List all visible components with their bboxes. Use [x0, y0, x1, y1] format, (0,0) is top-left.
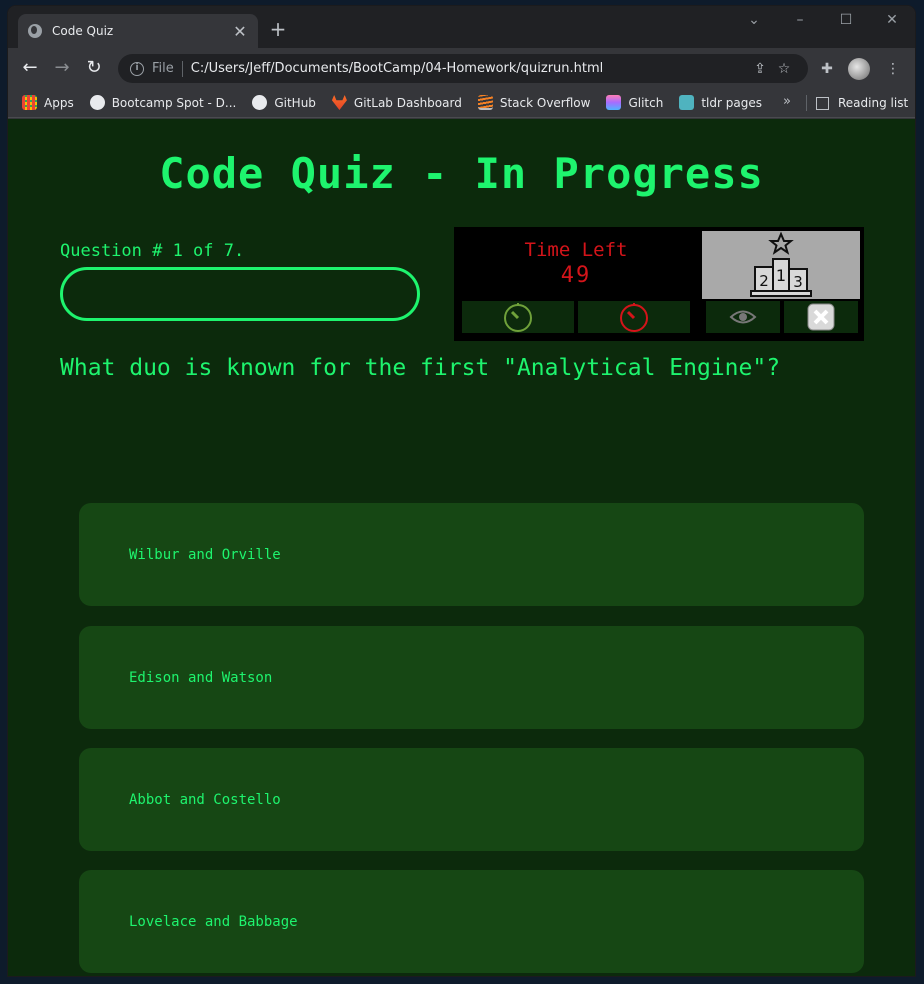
leaderboard-podium-icon[interactable]: 1 2 3: [702, 231, 860, 299]
browser-window: Code Quiz ✕ + ⌄ – ☐ ✕ ← → ↻ i File C:/Us…: [8, 6, 915, 976]
reading-list-icon: [816, 96, 829, 110]
gitlab-icon: [331, 95, 347, 110]
url-text[interactable]: C:/Users/Jeff/Documents/BootCamp/04-Home…: [191, 61, 748, 76]
page-title: Code Quiz - In Progress: [159, 149, 764, 198]
stopwatch-green-icon: [504, 303, 532, 332]
reload-icon[interactable]: ↻: [82, 56, 106, 80]
tab-strip: Code Quiz ✕ + ⌄ – ☐ ✕: [8, 6, 915, 48]
control-panel: Time Left 49 1 2 3: [454, 227, 864, 341]
site-info-icon[interactable]: i: [130, 61, 144, 76]
share-icon[interactable]: ⇪: [748, 61, 772, 77]
timer-value: 49: [560, 263, 592, 288]
bookmark-stack-overflow[interactable]: Stack Overflow: [477, 95, 591, 110]
tab-search-chevron-icon[interactable]: ⌄: [742, 12, 766, 32]
bookmark-label: Glitch: [628, 95, 664, 110]
answer-label: Lovelace and Babbage: [129, 913, 298, 930]
bookmark-label: GitLab Dashboard: [353, 95, 462, 110]
timer-display: Time Left 49: [454, 227, 698, 299]
bookmark-label: Apps: [44, 95, 74, 110]
tab-title: Code Quiz: [52, 24, 114, 38]
maximize-button[interactable]: ☐: [834, 12, 858, 32]
bookmarks-bar: Apps Bootcamp Spot - D... GitHub GitLab …: [8, 88, 915, 118]
svg-text:2: 2: [759, 272, 769, 290]
answer-label: Abbot and Costello: [129, 791, 281, 808]
stopwatch-red-icon: [620, 303, 648, 332]
minimize-button[interactable]: –: [788, 12, 812, 32]
bootcamp-icon: [89, 95, 105, 110]
browser-toolbar: ← → ↻ i File C:/Users/Jeff/Documents/Boo…: [8, 48, 915, 88]
fast-timer-button[interactable]: [578, 301, 690, 333]
address-bar[interactable]: i File C:/Users/Jeff/Documents/BootCamp/…: [118, 54, 808, 83]
bookmark-star-icon[interactable]: ☆: [772, 61, 796, 77]
answer-option-2[interactable]: Edison and Watson: [79, 626, 864, 729]
url-separator: [181, 60, 183, 77]
answer-label: Wilbur and Orville: [129, 546, 281, 563]
question-text: What duo is known for the first "Analyti…: [60, 355, 781, 381]
bookmark-gitlab[interactable]: GitLab Dashboard: [331, 95, 462, 110]
bookmark-label: tldr pages: [701, 95, 762, 110]
browser-tab[interactable]: Code Quiz ✕: [18, 14, 258, 48]
close-x-icon: [807, 303, 835, 331]
bookmark-glitch[interactable]: Glitch: [606, 95, 663, 110]
extensions-puzzle-icon[interactable]: ✚: [816, 58, 838, 80]
bookmark-tldr[interactable]: tldr pages: [679, 95, 762, 110]
bookmarks-overflow-chevron-icon[interactable]: »: [783, 94, 791, 109]
new-tab-button[interactable]: +: [268, 19, 288, 40]
control-divider: [574, 305, 576, 333]
bookmark-label: Bootcamp Spot - D...: [111, 95, 237, 110]
bookmark-github[interactable]: GitHub: [252, 95, 316, 110]
eye-icon: [729, 310, 757, 324]
glitch-icon: [606, 95, 622, 110]
forward-arrow-icon[interactable]: →: [50, 56, 74, 80]
reading-list-label: Reading list: [838, 96, 909, 110]
question-counter: Question # 1 of 7.: [60, 241, 245, 261]
answer-option-1[interactable]: Wilbur and Orville: [79, 503, 864, 606]
globe-icon: [28, 24, 42, 38]
svg-text:1: 1: [776, 266, 786, 285]
bookmark-apps[interactable]: Apps: [22, 95, 74, 110]
stackoverflow-icon: [477, 95, 493, 110]
answer-option-4[interactable]: Lovelace and Babbage: [79, 870, 864, 973]
quit-quiz-button[interactable]: [784, 301, 858, 333]
github-icon: [252, 95, 268, 110]
quiz-page: Code Quiz - In Progress Question # 1 of …: [8, 119, 915, 976]
bookmark-label: Stack Overflow: [499, 95, 591, 110]
apps-grid-icon: [22, 95, 37, 110]
svg-text:3: 3: [793, 273, 803, 291]
url-scheme: File: [152, 61, 174, 76]
answer-label: Edison and Watson: [129, 669, 273, 686]
progress-bar: [60, 267, 420, 321]
back-arrow-icon[interactable]: ←: [18, 56, 42, 80]
answer-option-3[interactable]: Abbot and Costello: [79, 748, 864, 851]
menu-dots-icon[interactable]: ⋮: [882, 58, 904, 80]
tab-close-icon[interactable]: ✕: [232, 22, 248, 41]
timer-label: Time Left: [524, 239, 628, 261]
bookmark-bootcamp-spot[interactable]: Bootcamp Spot - D...: [89, 95, 237, 110]
slow-timer-button[interactable]: [462, 301, 574, 333]
bookmark-label: GitHub: [274, 95, 316, 110]
bookmarks-divider: [806, 95, 807, 111]
tldr-icon: [679, 95, 695, 110]
reading-list-button[interactable]: Reading list: [816, 88, 908, 118]
window-close-button[interactable]: ✕: [880, 12, 904, 32]
profile-avatar[interactable]: [848, 58, 870, 80]
view-scores-button[interactable]: [706, 301, 780, 333]
